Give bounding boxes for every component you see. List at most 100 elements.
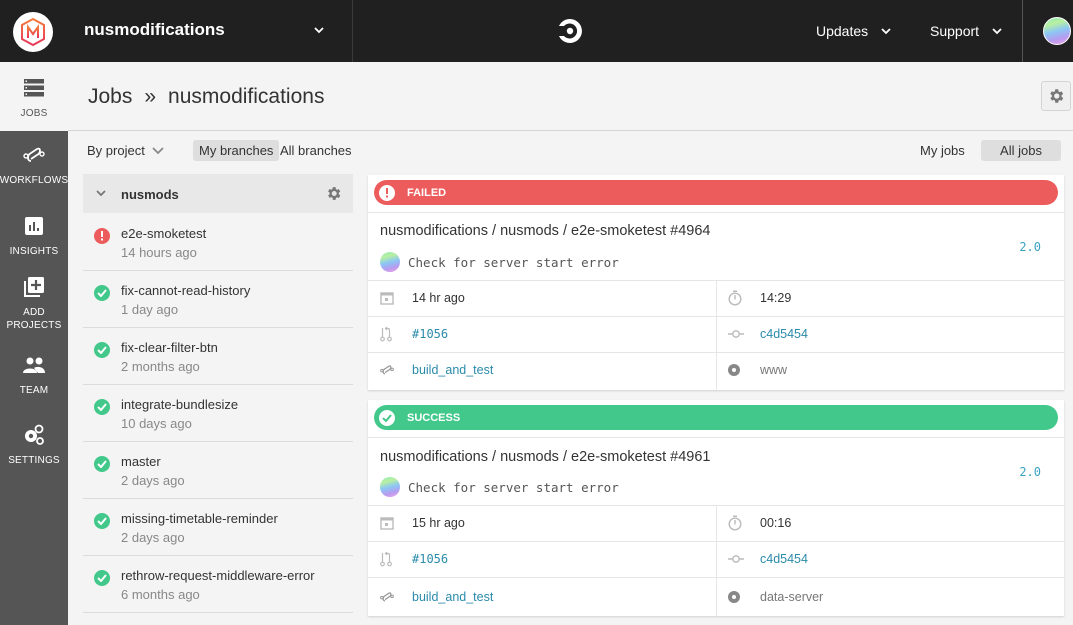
config-version: 2.0 [1019, 240, 1041, 254]
job-status-bar: FAILED [374, 180, 1058, 205]
branch-time: 2 months ago [121, 359, 200, 374]
breadcrumb-current: nusmodifications [168, 85, 325, 108]
all-branches-toggle[interactable]: All branches [274, 140, 358, 161]
project-row[interactable]: nusmods [83, 174, 353, 213]
duration-value: 00:16 [760, 516, 792, 530]
commit-link[interactable]: c4d5454 [728, 316, 808, 352]
commit-hash: c4d5454 [760, 552, 808, 566]
all-jobs-toggle[interactable]: All jobs [981, 140, 1061, 161]
circleci-logo-icon[interactable] [556, 17, 584, 50]
my-branches-toggle[interactable]: My branches [193, 140, 280, 161]
success-check-icon [94, 285, 110, 301]
calendar-icon [380, 516, 402, 530]
branch-item[interactable]: master 2 days ago [83, 442, 353, 499]
gear-icon[interactable] [325, 185, 342, 202]
divider [716, 280, 717, 390]
sidebar-item-label-line2: PROJECTS [6, 320, 62, 331]
sidebar: JOBS WORKFLOWS INSIGHTS ADD PROJECTS TEA… [0, 62, 68, 625]
success-check-icon [94, 399, 110, 415]
job-started: 15 hr ago [380, 505, 465, 541]
duration-value: 14:29 [760, 291, 792, 305]
config-version: 2.0 [1019, 465, 1041, 479]
job-status-bar: SUCCESS [374, 405, 1058, 430]
success-check-icon [379, 409, 395, 426]
commit-icon [728, 554, 750, 564]
team-icon [22, 354, 46, 376]
org-hexagon-m-icon [21, 17, 45, 47]
breadcrumb-jobs[interactable]: Jobs [88, 85, 132, 109]
workflow-name: build_and_test [412, 590, 494, 604]
updates-menu[interactable]: Updates [816, 23, 892, 39]
commit-link[interactable]: c4d5454 [728, 541, 808, 577]
divider [1022, 0, 1023, 62]
sidebar-item-team[interactable]: TEAM [0, 354, 68, 397]
chevron-down-icon[interactable] [95, 189, 107, 197]
branch-item[interactable]: fix-clear-filter-btn 2 months ago [83, 328, 353, 385]
divider [368, 212, 1064, 213]
support-menu[interactable]: Support [930, 23, 1003, 39]
calendar-icon [380, 291, 402, 305]
commit-message-text: Check for server start error [408, 254, 619, 270]
commit-message: Check for server start error [380, 477, 619, 497]
user-avatar[interactable] [1043, 17, 1071, 45]
chevron-down-icon[interactable] [313, 21, 325, 39]
group-by-dropdown[interactable]: By project [87, 143, 165, 158]
branch-item[interactable]: e2e-smoketest 14 hours ago [83, 214, 353, 271]
branch-item[interactable]: missing-timetable-reminder 2 days ago [83, 499, 353, 556]
branch-item[interactable]: rethrow-request-middleware-error 6 month… [83, 556, 353, 613]
project-settings-button[interactable] [1041, 81, 1071, 111]
stopwatch-icon [728, 515, 750, 531]
org-switcher-name[interactable]: nusmodifications [84, 20, 225, 40]
branch-time: 6 months ago [121, 587, 200, 602]
breadcrumb: Jobs » nusmodifications [88, 85, 324, 109]
sidebar-item-insights[interactable]: INSIGHTS [0, 215, 68, 258]
sidebar-item-label: INSIGHTS [9, 246, 59, 257]
branch-time: 2 days ago [121, 473, 185, 488]
divider [716, 505, 717, 616]
workflow-link[interactable]: build_and_test [380, 352, 493, 388]
branch-name: missing-timetable-reminder [121, 511, 278, 526]
author-avatar [380, 252, 400, 272]
sidebar-item-label: TEAM [19, 385, 49, 396]
gear-icon [1050, 89, 1064, 103]
workflow-link[interactable]: build_and_test [380, 579, 493, 615]
stopwatch-icon [728, 290, 750, 306]
success-check-icon [94, 456, 110, 472]
job-title[interactable]: nusmodifications / nusmods / e2e-smokete… [380, 223, 710, 239]
pull-request-link[interactable]: #1056 [380, 316, 448, 352]
branch-time: 2 days ago [121, 530, 185, 545]
sidebar-item-add-projects[interactable]: ADD PROJECTS [0, 276, 68, 332]
org-logo[interactable] [13, 12, 53, 52]
commit-message-text: Check for server start error [408, 479, 619, 495]
job-card[interactable]: SUCCESS nusmodifications / nusmods / e2e… [368, 400, 1064, 616]
job-duration: 00:16 [728, 505, 791, 541]
job-status-label: FAILED [407, 186, 447, 199]
job-started: 14 hr ago [380, 280, 465, 316]
sidebar-item-label: WORKFLOWS [0, 175, 69, 186]
my-jobs-toggle[interactable]: My jobs [914, 140, 971, 161]
divider [352, 0, 353, 62]
pr-number: #1056 [412, 327, 449, 341]
failed-status-icon [94, 228, 110, 244]
branch-name: fix-cannot-read-history [121, 283, 251, 298]
sidebar-item-workflows[interactable]: WORKFLOWS [0, 144, 68, 187]
breadcrumb-separator: » [144, 85, 157, 108]
sidebar-item-jobs[interactable]: JOBS [0, 62, 68, 131]
project-name: nusmods [121, 187, 179, 202]
workflow-name: build_and_test [412, 363, 494, 377]
job-duration: 14:29 [728, 280, 791, 316]
author-avatar [380, 477, 400, 497]
branch-time: 1 day ago [121, 302, 179, 317]
sidebar-item-settings[interactable]: SETTINGS [0, 424, 68, 467]
page-header: Jobs » nusmodifications [68, 62, 1073, 131]
branch-item[interactable]: fix-cannot-read-history 1 day ago [83, 271, 353, 328]
job-name-value: www [760, 363, 788, 377]
branch-time: 10 days ago [121, 416, 192, 431]
branch-item[interactable]: integrate-bundlesize 10 days ago [83, 385, 353, 442]
job-dot-icon [728, 591, 750, 603]
divider [368, 437, 1064, 438]
job-card[interactable]: FAILED nusmodifications / nusmods / e2e-… [368, 175, 1064, 390]
workflows-icon [23, 144, 45, 166]
job-title[interactable]: nusmodifications / nusmods / e2e-smokete… [380, 449, 710, 465]
pull-request-link[interactable]: #1056 [380, 541, 448, 577]
